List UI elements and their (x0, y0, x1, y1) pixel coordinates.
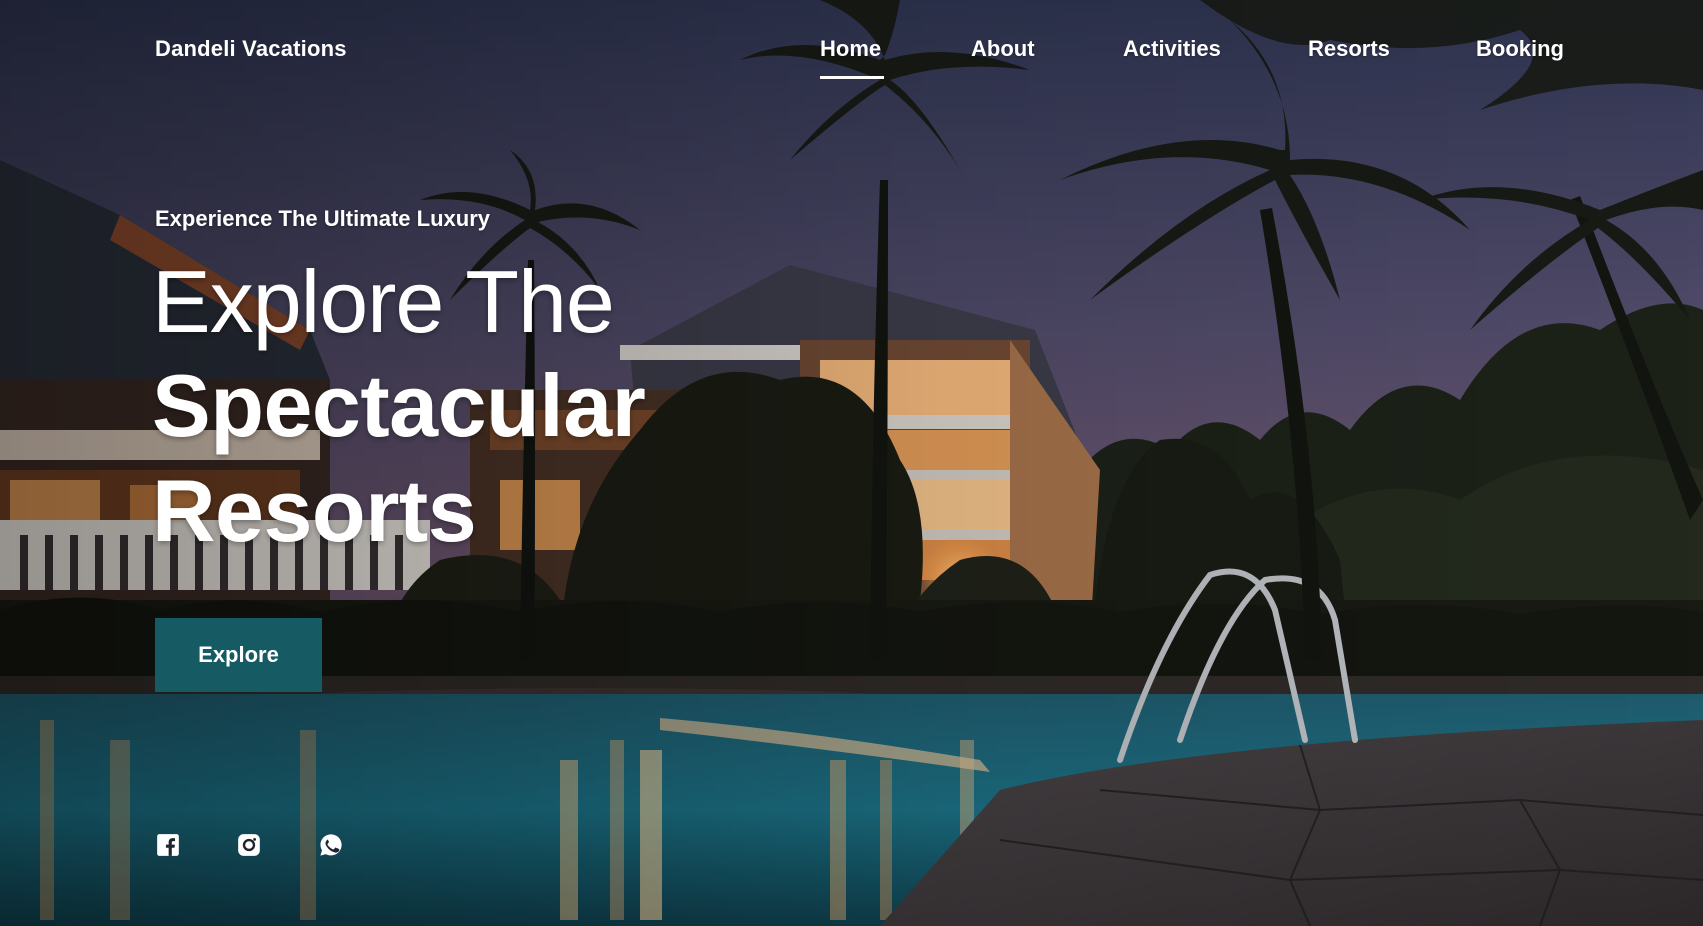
brand-logo-link[interactable]: Dandeli Vacations (155, 36, 347, 62)
nav-item-about[interactable]: About (971, 36, 1035, 62)
instagram-icon-glyph (238, 834, 260, 856)
explore-button[interactable]: Explore (155, 618, 322, 692)
whatsapp-icon[interactable] (318, 832, 344, 858)
hero-headline-line-1: Explore The (152, 252, 615, 351)
whatsapp-icon-glyph (320, 834, 342, 856)
instagram-icon[interactable] (236, 832, 262, 858)
nav-item-home[interactable]: Home (820, 36, 881, 62)
hero-headline-line-2: Spectacular (152, 356, 646, 455)
nav-item-resorts[interactable]: Resorts (1308, 36, 1390, 62)
hero-headline-line-3: Resorts (152, 461, 477, 560)
hero-eyebrow: Experience The Ultimate Luxury (155, 206, 490, 231)
nav-item-booking[interactable]: Booking (1476, 36, 1564, 62)
facebook-icon[interactable] (155, 832, 181, 858)
nav-active-indicator (820, 76, 884, 79)
facebook-icon-glyph (157, 834, 179, 856)
nav-item-activities[interactable]: Activities (1123, 36, 1221, 62)
